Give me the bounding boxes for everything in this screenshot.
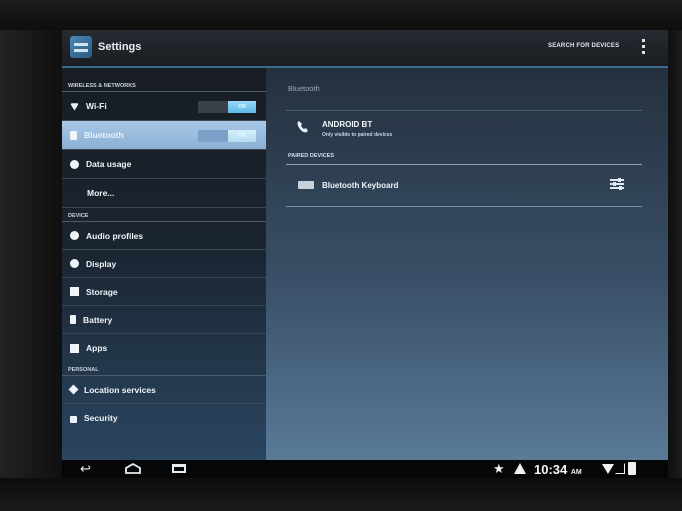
audio-icon xyxy=(70,231,79,240)
sidebar-item-label: More... xyxy=(87,188,115,198)
signal-icon xyxy=(615,463,625,474)
sidebar-item-label: Display xyxy=(86,258,117,269)
sidebar-item-data-usage[interactable]: Data usage xyxy=(62,150,266,179)
sidebar-item-wifi[interactable]: Wi-Fi ON xyxy=(62,92,266,121)
settings-sliders-icon[interactable] xyxy=(610,177,624,191)
device-bezel-top xyxy=(0,0,682,30)
divider xyxy=(286,206,642,207)
sidebar-item-label: Storage xyxy=(86,286,118,297)
device-bezel-bottom xyxy=(0,478,682,511)
sidebar-item-display[interactable]: Display xyxy=(62,250,266,278)
sidebar-item-label: Location services xyxy=(84,384,156,395)
sidebar-item-battery[interactable]: Battery xyxy=(62,306,266,334)
sidebar-item-label: Audio profiles xyxy=(86,230,144,241)
section-header-wireless: WIRELESS & NETWORKS xyxy=(62,68,266,92)
system-bar: ↩ ★ 10:34 AM xyxy=(62,460,668,478)
clock-ampm: AM xyxy=(570,469,582,476)
star-icon: ★ xyxy=(493,461,505,476)
divider xyxy=(286,110,642,111)
display-icon xyxy=(70,259,79,268)
sidebar-item-label: Data usage xyxy=(86,159,132,169)
sidebar-item-apps[interactable]: Apps xyxy=(62,334,266,362)
device-visibility[interactable]: Only visible to paired devices xyxy=(322,132,392,138)
device-name[interactable]: ANDROID BT xyxy=(322,120,372,129)
keyboard-icon xyxy=(298,181,314,189)
device-bezel-right xyxy=(668,30,682,478)
sidebar-item-label: Apps xyxy=(86,343,108,353)
sidebar-item-location-services[interactable]: Location services xyxy=(62,376,266,404)
sidebar-item-storage[interactable]: Storage xyxy=(62,278,266,306)
paired-device-name[interactable]: Bluetooth Keyboard xyxy=(322,181,398,190)
status-clock[interactable]: 10:34 AM xyxy=(534,462,582,477)
apps-icon xyxy=(70,343,79,353)
overflow-menu-icon[interactable] xyxy=(642,39,646,57)
sidebar-item-label: Bluetooth xyxy=(84,130,124,140)
recents-icon[interactable] xyxy=(172,464,186,473)
tablet-screen: Settings SEARCH FOR DEVICES WIRELESS & N… xyxy=(62,30,668,478)
app-title: Settings xyxy=(98,41,142,53)
section-header-device: DEVICE xyxy=(62,208,266,222)
storage-icon xyxy=(70,287,79,296)
sidebar-item-bluetooth[interactable]: Bluetooth ON xyxy=(62,121,266,150)
detail-title: Bluetooth xyxy=(288,84,320,93)
sidebar-item-security[interactable]: Security xyxy=(62,404,266,432)
sidebar-item-more[interactable]: More... xyxy=(62,179,266,208)
settings-sidebar: WIRELESS & NETWORKS Wi-Fi ON Bluetooth O… xyxy=(62,68,266,460)
sidebar-item-label: Battery xyxy=(83,314,113,325)
section-header-personal: PERSONAL xyxy=(62,362,266,376)
paired-devices-header: PAIRED DEVICES xyxy=(288,153,335,159)
wifi-status-icon xyxy=(602,464,614,474)
home-icon[interactable] xyxy=(124,462,142,475)
battery-status-icon xyxy=(628,462,636,475)
bluetooth-toggle[interactable]: ON xyxy=(198,130,256,142)
bluetooth-toggle-knob: ON xyxy=(228,130,256,142)
clock-time: 10:34 xyxy=(534,462,568,477)
wifi-icon xyxy=(70,103,79,111)
data-usage-icon xyxy=(70,159,79,169)
alert-icon xyxy=(514,463,526,474)
device-bezel-left xyxy=(0,30,62,478)
wifi-toggle[interactable]: ON xyxy=(198,101,256,113)
divider xyxy=(286,164,642,165)
search-for-devices-button[interactable]: SEARCH FOR DEVICES xyxy=(548,43,619,49)
wifi-toggle-knob: ON xyxy=(228,101,256,113)
location-icon xyxy=(68,384,79,395)
sidebar-item-label: Security xyxy=(84,413,118,423)
settings-app-icon[interactable] xyxy=(70,36,92,58)
bluetooth-detail-pane: Bluetooth ANDROID BT Only visible to pai… xyxy=(266,68,668,460)
bluetooth-icon xyxy=(70,130,77,140)
lock-icon xyxy=(70,415,77,423)
back-icon[interactable]: ↩ xyxy=(80,462,96,475)
action-bar: Settings SEARCH FOR DEVICES xyxy=(62,30,668,68)
phone-icon xyxy=(297,121,308,133)
battery-icon xyxy=(70,315,76,324)
sidebar-item-audio-profiles[interactable]: Audio profiles xyxy=(62,222,266,250)
sidebar-item-label: Wi-Fi xyxy=(86,101,107,111)
